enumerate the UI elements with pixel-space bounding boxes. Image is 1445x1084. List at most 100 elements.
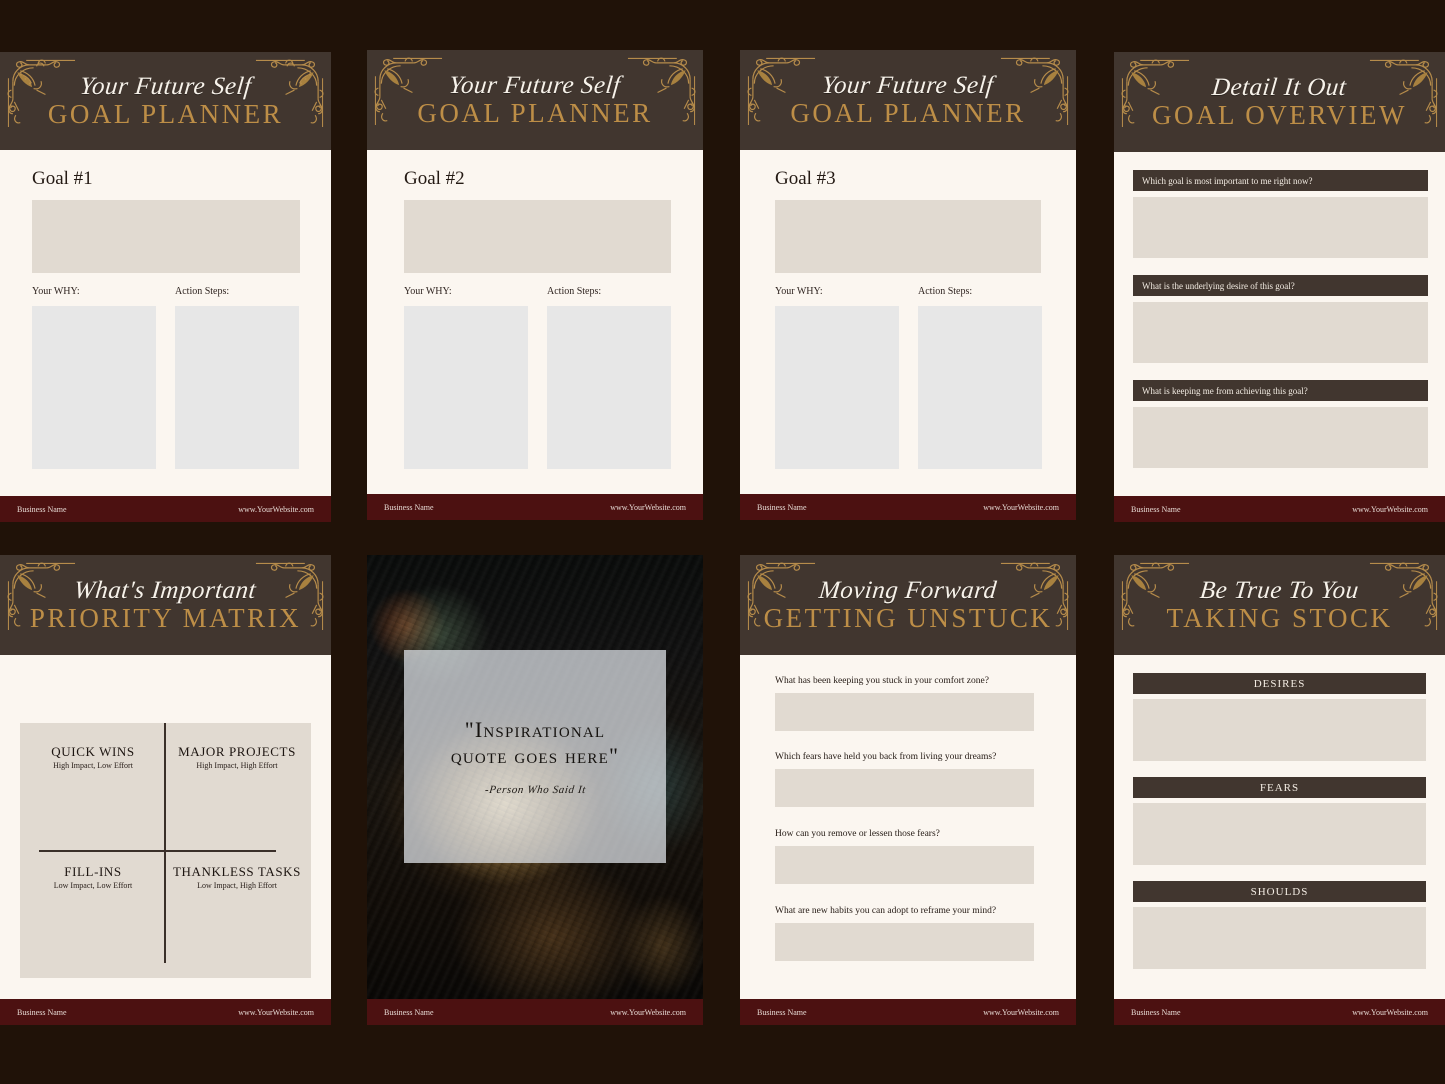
quadrant-title: THANKLESS TASKS	[173, 864, 301, 879]
goal-title: Goal #2	[404, 168, 465, 189]
header-main-title: TAKING STOCK	[1166, 602, 1393, 633]
question-label: Which fears have held you back from livi…	[775, 752, 997, 762]
card-footer: Business Name www.YourWebsite.com	[740, 494, 1076, 520]
matrix-horizontal-divider	[39, 850, 276, 852]
card-goal-1[interactable]: Your Future Self GOAL PLANNER Goal #1 Yo…	[0, 52, 331, 522]
fears-field[interactable]	[1133, 803, 1426, 865]
question-label: What is the underlying desire of this go…	[1142, 280, 1295, 291]
answer-field[interactable]	[775, 846, 1034, 884]
answer-field[interactable]	[775, 769, 1034, 807]
question-band: What is the underlying desire of this go…	[1133, 275, 1428, 296]
footer-website: www.YourWebsite.com	[983, 1007, 1059, 1017]
header-script-title: Your Future Self	[447, 71, 623, 99]
card-taking-stock[interactable]: Be True To You TAKING STOCK DESIRES FEAR…	[1114, 555, 1445, 1025]
header-script-title: Moving Forward	[817, 576, 999, 604]
goal-title: Goal #1	[32, 168, 93, 189]
why-field[interactable]	[775, 306, 899, 469]
header-main-title: GOAL OVERVIEW	[1151, 99, 1408, 130]
quote-line-1: "Inspirational	[464, 716, 606, 742]
card-goal-3[interactable]: Your Future Self GOAL PLANNER Goal #3 Yo…	[740, 50, 1076, 520]
question-label: What is keeping me from achieving this g…	[1142, 385, 1308, 396]
answer-field[interactable]	[1133, 197, 1428, 258]
section-band-desires: DESIRES	[1133, 673, 1426, 694]
matrix-vertical-divider	[164, 723, 166, 963]
action-steps-field[interactable]	[547, 306, 671, 469]
header-main-title: GETTING UNSTUCK	[763, 602, 1053, 633]
quote-author: -Person Who Said It	[483, 784, 587, 797]
card-body: Goal #1 Your WHY: Action Steps:	[0, 150, 331, 496]
answer-field[interactable]	[1133, 407, 1428, 468]
action-steps-label: Action Steps:	[175, 286, 230, 297]
card-priority-matrix[interactable]: What's Important PRIORITY MATRIX QUICK W…	[0, 555, 331, 1025]
card-inspirational-quote[interactable]: "Inspirational quote goes here" -Person …	[367, 555, 703, 1025]
card-body: Which goal is most important to me right…	[1114, 152, 1445, 496]
header-main-title: GOAL PLANNER	[790, 97, 1026, 128]
quadrant-subtitle: High Impact, Low Effort	[53, 761, 133, 770]
question-band: What is keeping me from achieving this g…	[1133, 380, 1428, 401]
why-label: Your WHY:	[32, 286, 80, 297]
goal-description-field[interactable]	[404, 200, 671, 273]
shoulds-field[interactable]	[1133, 907, 1426, 969]
footer-business-name: Business Name	[384, 1007, 434, 1017]
quadrant-thankless-tasks[interactable]: THANKLESS TASKS Low Impact, High Effort	[168, 864, 306, 890]
card-header: Your Future Self GOAL PLANNER	[740, 50, 1076, 150]
footer-website: www.YourWebsite.com	[1352, 504, 1428, 514]
card-goal-overview[interactable]: Detail It Out GOAL OVERVIEW Which goal i…	[1114, 52, 1445, 522]
header-main-title: GOAL PLANNER	[47, 98, 284, 129]
goal-description-field[interactable]	[32, 200, 300, 273]
quadrant-title: QUICK WINS	[51, 744, 135, 759]
card-goal-2[interactable]: Your Future Self GOAL PLANNER Goal #2 Yo…	[367, 50, 703, 520]
why-field[interactable]	[32, 306, 156, 469]
quadrant-fill-ins[interactable]: FILL-INS Low Impact, Low Effort	[24, 864, 162, 890]
header-script-title: Your Future Self	[78, 72, 253, 100]
quadrant-quick-wins[interactable]: QUICK WINS High Impact, Low Effort	[24, 744, 162, 770]
footer-business-name: Business Name	[17, 1007, 67, 1017]
header-script-title: Be True To You	[1198, 576, 1361, 604]
footer-website: www.YourWebsite.com	[238, 504, 314, 514]
action-steps-field[interactable]	[918, 306, 1042, 469]
card-body: What has been keeping you stuck in your …	[740, 655, 1076, 999]
header-main-title: PRIORITY MATRIX	[29, 602, 302, 633]
priority-matrix-grid[interactable]: QUICK WINS High Impact, Low Effort MAJOR…	[20, 723, 311, 978]
header-script-title: What's Important	[73, 576, 259, 604]
answer-field[interactable]	[775, 923, 1034, 961]
quadrant-title: MAJOR PROJECTS	[178, 744, 296, 759]
footer-website: www.YourWebsite.com	[610, 1007, 686, 1017]
card-footer: Business Name www.YourWebsite.com	[0, 496, 331, 522]
card-getting-unstuck[interactable]: Moving Forward GETTING UNSTUCK What has …	[740, 555, 1076, 1025]
quadrant-subtitle: Low Impact, High Effort	[197, 881, 277, 890]
question-label: How can you remove or lessen those fears…	[775, 829, 940, 839]
section-label: SHOULDS	[1250, 885, 1309, 898]
card-body: DESIRES FEARS SHOULDS	[1114, 655, 1445, 999]
section-band-fears: FEARS	[1133, 777, 1426, 798]
card-header: Your Future Self GOAL PLANNER	[367, 50, 703, 150]
footer-website: www.YourWebsite.com	[610, 502, 686, 512]
section-label: DESIRES	[1253, 677, 1306, 690]
quadrant-subtitle: Low Impact, Low Effort	[53, 881, 133, 890]
footer-business-name: Business Name	[757, 502, 807, 512]
card-footer: Business Name www.YourWebsite.com	[367, 494, 703, 520]
header-main-title: GOAL PLANNER	[417, 97, 653, 128]
question-label: What has been keeping you stuck in your …	[775, 676, 989, 686]
answer-field[interactable]	[775, 693, 1034, 731]
card-footer: Business Name www.YourWebsite.com	[1114, 999, 1445, 1025]
goal-description-field[interactable]	[775, 200, 1041, 273]
footer-business-name: Business Name	[384, 502, 434, 512]
answer-field[interactable]	[1133, 302, 1428, 363]
quote-line-2: quote goes here"	[450, 742, 620, 768]
action-steps-field[interactable]	[175, 306, 299, 469]
footer-website: www.YourWebsite.com	[238, 1007, 314, 1017]
card-body: QUICK WINS High Impact, Low Effort MAJOR…	[0, 655, 331, 999]
quadrant-title: FILL-INS	[64, 864, 122, 879]
footer-website: www.YourWebsite.com	[1352, 1007, 1428, 1017]
quadrant-major-projects[interactable]: MAJOR PROJECTS High Impact, High Effort	[168, 744, 306, 770]
question-band: Which goal is most important to me right…	[1133, 170, 1428, 191]
section-label: FEARS	[1259, 781, 1300, 794]
question-label: What are new habits you can adopt to ref…	[775, 906, 997, 916]
card-footer: Business Name www.YourWebsite.com	[740, 999, 1076, 1025]
why-label: Your WHY:	[404, 286, 452, 297]
goal-title: Goal #3	[775, 168, 836, 189]
why-field[interactable]	[404, 306, 528, 469]
desires-field[interactable]	[1133, 699, 1426, 761]
why-label: Your WHY:	[775, 286, 823, 297]
